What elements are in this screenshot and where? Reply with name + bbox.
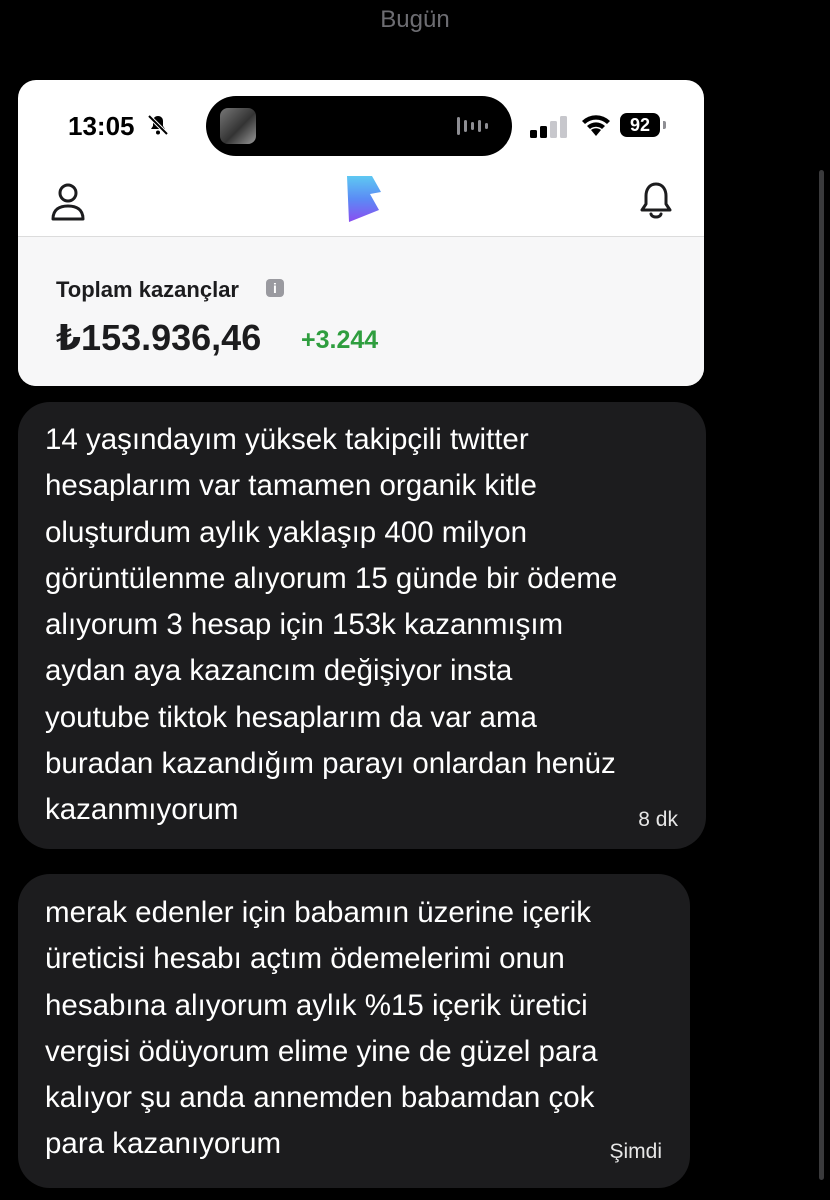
message-line: hesabına alıyorum aylık %15 içerik üreti… [45, 988, 588, 1022]
message-line: oluşturdum aylık yaklaşıp 400 milyon [45, 515, 528, 549]
earnings-label: Toplam kazançlar [56, 277, 239, 302]
message-line: vergisi ödüyorum elime yine de güzel par… [45, 1034, 598, 1068]
message-bubble[interactable]: merak edenler için babamın üzerine içeri… [18, 874, 690, 1188]
message-line: kalıyor şu anda annemden babamdan çok [45, 1081, 595, 1115]
message-timestamp: Şimdi [609, 1140, 662, 1163]
message-line: kazanmıyorum [45, 793, 239, 827]
user-icon[interactable] [50, 182, 86, 227]
signal-icon [530, 116, 572, 143]
battery-nub [663, 121, 666, 129]
status-bar: 13:05 92 [18, 80, 704, 170]
message-line: buradan kazandığım parayı onlardan henüz [45, 747, 616, 781]
bell-off-icon [146, 113, 170, 142]
message-line: üreticisi hesabı açtım ödemelerimi onun [45, 942, 565, 976]
message-line: para kazanıyorum [45, 1127, 282, 1161]
message-line: alıyorum 3 hesap için 153k kazanmışım [45, 608, 564, 642]
message-text: 14 yaşındayım yüksek takipçili twitter h… [45, 417, 617, 834]
message-bubble[interactable]: 14 yaşındayım yüksek takipçili twitter h… [18, 402, 706, 849]
message-line: görüntülenme alıyorum 15 günde bir ödeme [45, 561, 618, 595]
attached-screenshot[interactable]: 13:05 92 Toplam kazançlar i ₺153.936,46 … [18, 80, 704, 386]
app-logo [344, 174, 384, 229]
message-line: youtube tiktok hesaplarım da var ama [45, 700, 537, 734]
app-header [18, 170, 704, 237]
status-time: 13:05 [68, 111, 135, 141]
earnings-panel: Toplam kazançlar i ₺153.936,46 +3.244 [18, 237, 704, 386]
now-playing-thumbnail [220, 108, 256, 144]
message-line: 14 yaşındayım yüksek takipçili twitter [45, 423, 529, 456]
dynamic-island [206, 96, 512, 156]
wifi-icon [581, 114, 611, 143]
earnings-delta: +3.244 [301, 326, 379, 354]
message-timestamp: 8 dk [638, 808, 678, 831]
info-icon[interactable]: i [266, 279, 284, 297]
message-text: merak edenler için babamın üzerine içeri… [45, 890, 598, 1168]
battery-indicator: 92 [620, 113, 660, 137]
message-line: merak edenler için babamın üzerine içeri… [45, 896, 592, 929]
message-line: aydan aya kazancım değişiyor insta [45, 654, 513, 688]
message-line: hesaplarım var tamamen organik kitle [45, 469, 537, 503]
date-header: Bugün [380, 6, 450, 33]
earnings-amount: ₺153.936,46 [56, 317, 262, 358]
bell-icon[interactable] [638, 180, 674, 225]
waveform-icon [456, 114, 492, 143]
scrollbar[interactable] [819, 170, 824, 1180]
